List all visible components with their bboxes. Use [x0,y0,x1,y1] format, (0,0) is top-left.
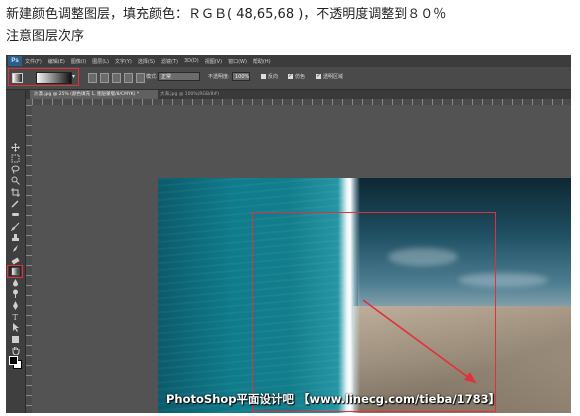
instruction-line-2: 注意图层次序 [6,29,85,44]
crop-icon[interactable] [9,187,21,197]
horizontal-ruler [32,99,571,105]
options-bar: ▾ 模式: 正常 不透明度: 100% 反向 ✓ 仿色 ✓ 透明区域 [6,67,571,90]
app-logo: Ps [8,56,22,66]
document-tab-bar: 沙漠.jpg @ 25% (颜色填充 1, 图层蒙版/8/CMYK) * 大海.… [26,90,571,99]
eraser-icon[interactable] [9,255,21,265]
pen-icon[interactable] [9,300,21,310]
eyedropper-icon[interactable] [9,199,21,209]
annotation-arrow [362,299,477,384]
type-icon[interactable]: T [9,312,21,322]
watermark-text: PhotoShop平面设计吧 【www.linecg.com/tieba/178… [166,392,501,406]
diamond-gradient-button[interactable] [136,73,145,83]
dither-label: 仿色 [295,74,306,80]
foreground-color-swatch[interactable] [9,356,18,365]
path-select-icon[interactable] [9,323,21,333]
brush-icon[interactable] [9,221,21,231]
healing-icon[interactable] [9,210,21,220]
instructions: 新建颜色调整图层，填充颜色：ＲＧＢ( 48,65,68 )，不透明度调整到８０％… [6,4,576,48]
menu-3d[interactable]: 3D(D) [184,58,199,64]
quick-select-icon[interactable] [9,176,21,186]
gradient-style-buttons [88,73,145,83]
menu-file[interactable]: 文件(F) [25,58,42,65]
reverse-checkbox[interactable]: 反向 [261,73,278,80]
mode-label: 模式: [146,74,158,80]
toolbox: T [6,90,26,413]
instruction-line-1: 新建颜色调整图层，填充颜色：ＲＧＢ( 48,65,68 )，不透明度调整到８０％ [6,7,447,22]
checkbox-box [261,74,266,79]
move-icon[interactable] [9,142,21,152]
menu-image[interactable]: 图像(I) [71,58,86,65]
check-icon: ✓ [316,73,321,79]
highlight-box-gradient-tool [7,264,23,278]
hand-icon[interactable] [9,345,21,355]
opacity-field[interactable]: 100% [232,72,250,81]
menu-bar: Ps 文件(F) 编辑(E) 图像(I) 图层(L) 文字(Y) 选择(S) 滤… [6,55,571,67]
lasso-icon[interactable] [9,165,21,175]
mode-select[interactable]: 正常 [158,72,200,81]
check-icon: ✓ [288,73,293,79]
stamp-icon[interactable] [9,232,21,242]
vertical-ruler [26,105,32,413]
menu-select[interactable]: 选择(S) [138,58,155,65]
menu-help[interactable]: 帮助(H) [253,58,271,65]
dodge-icon[interactable] [9,289,21,299]
menu-edit[interactable]: 编辑(E) [48,58,65,65]
radial-gradient-button[interactable] [100,73,109,83]
menu-window[interactable]: 窗口(W) [228,58,247,65]
document-canvas[interactable]: PhotoShop平面设计吧 【www.linecg.com/tieba/178… [158,178,571,413]
opacity-label: 不透明度: [208,74,230,80]
reverse-label: 反向 [268,74,279,80]
shape-icon[interactable] [9,334,21,344]
marquee-icon[interactable] [9,153,21,163]
angle-gradient-button[interactable] [112,73,121,83]
highlight-box-gradient-picker [8,68,79,86]
tab-sea-document[interactable]: 大海.jpg @ 100%(RGB/8#) [156,90,254,99]
transparency-checkbox[interactable]: ✓ 透明区域 [316,73,343,80]
linear-gradient-button[interactable] [88,73,97,83]
menu-filter[interactable]: 滤镜(T) [161,58,178,65]
reflected-gradient-button[interactable] [124,73,133,83]
transparency-label: 透明区域 [323,74,344,80]
tab-desert-document[interactable]: 沙漠.jpg @ 25% (颜色填充 1, 图层蒙版/8/CMYK) * [30,90,158,99]
blur-icon[interactable] [9,278,21,288]
dither-checkbox[interactable]: ✓ 仿色 [288,73,305,80]
svg-text:T: T [12,313,18,321]
history-brush-icon[interactable] [9,244,21,254]
menu-type[interactable]: 文字(Y) [115,58,132,65]
photoshop-window: Ps 文件(F) 编辑(E) 图像(I) 图层(L) 文字(Y) 选择(S) 滤… [6,55,571,413]
menu-layer[interactable]: 图层(L) [92,58,109,65]
menu-view[interactable]: 视图(V) [205,58,222,65]
